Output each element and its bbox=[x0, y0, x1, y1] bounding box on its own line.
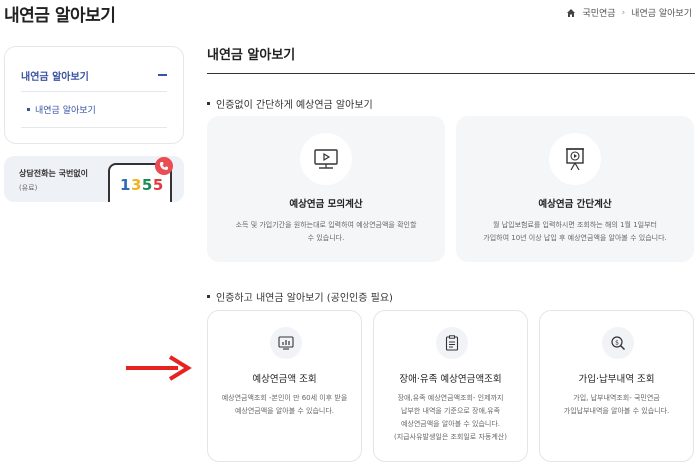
home-icon[interactable] bbox=[566, 8, 576, 18]
digit: 5 bbox=[152, 176, 164, 194]
chart-card-icon bbox=[270, 327, 302, 359]
bullet-icon bbox=[207, 295, 210, 298]
card-disability-survivor-inquiry[interactable]: 장애·유족 예상연금액조회 장애,유족 예상연금액조회- 인제까지 납부한 내역… bbox=[373, 310, 528, 462]
card-description: 장애,유족 예상연금액조회- 인제까지 납부한 내역을 기준으로 장애,유족 예… bbox=[394, 394, 507, 441]
section-heading-with-auth: 인증하고 내연금 알아보기 (공인인증 필요) bbox=[207, 289, 393, 304]
collapse-minus-icon[interactable] bbox=[158, 74, 167, 76]
section-heading-text: 인증하고 내연금 알아보기 (공인인증 필요) bbox=[216, 293, 393, 304]
bullet-icon bbox=[27, 108, 30, 111]
sidebar-item-my-pension[interactable]: 내연금 알아보기 bbox=[21, 59, 167, 92]
card-title: 예상연금액 조회 bbox=[252, 374, 317, 385]
divider bbox=[21, 127, 167, 128]
card-description: 월 납입보험료를 입력하시면 조회하는 해의 1월 1일부터 가입하여 10년 … bbox=[483, 221, 667, 242]
card-description: 소득 및 가입기간을 원하는대로 입력하여 예상연금액을 확인할 수 있습니다. bbox=[235, 221, 417, 242]
screen-play-icon bbox=[549, 133, 601, 185]
section-heading-no-auth: 인증없이 간단하게 예상연금 알아보기 bbox=[207, 96, 373, 111]
sidebar-menu: 내연금 알아보기 내연금 알아보기 bbox=[4, 46, 184, 144]
document-icon bbox=[436, 327, 468, 359]
monitor-play-icon bbox=[300, 133, 352, 185]
red-arrow-icon bbox=[126, 355, 192, 381]
card-expected-pension-inquiry[interactable]: 예상연금액 조회 예상연금액조회 -본인이 만 60세 이후 받을 예상연금액을… bbox=[207, 310, 362, 462]
digit: 3 bbox=[130, 176, 142, 194]
card-title: 장애·유족 예상연금액조회 bbox=[399, 374, 502, 385]
chevron-right-icon: › bbox=[621, 7, 626, 18]
breadcrumb-item-current[interactable]: 내연금 알아보기 bbox=[631, 6, 692, 19]
title-divider bbox=[207, 73, 695, 74]
bullet-icon bbox=[207, 102, 210, 105]
card-title: 가입·납부내역 조회 bbox=[578, 374, 655, 385]
call-center-number: 1355 bbox=[120, 176, 164, 194]
card-title: 예상연금 모의계산 bbox=[289, 199, 363, 210]
call-card-line2: (유료) bbox=[19, 184, 38, 192]
section-heading-text: 인증없이 간단하게 예상연금 알아보기 bbox=[216, 100, 373, 111]
svg-text:$: $ bbox=[615, 339, 619, 346]
digit: 1 bbox=[120, 176, 131, 194]
call-card-line1: 상담전화는 국번없이 bbox=[19, 169, 89, 178]
card-description: 가입, 납부내역조회- 국민연금 가입납부내역을 알아볼 수 있습니다. bbox=[563, 394, 670, 415]
breadcrumb-item-pension[interactable]: 국민연금 bbox=[582, 6, 615, 19]
card-pension-simulation[interactable]: 예상연금 모의계산 소득 및 가입기간을 원하는대로 입력하여 예상연금액을 확… bbox=[207, 116, 445, 262]
sidebar-item-label: 내연금 알아보기 bbox=[21, 71, 89, 83]
card-description: 예상연금액조회 -본인이 만 60세 이후 받을 예상연금액을 알아볼 수 있습… bbox=[221, 394, 348, 415]
sidebar-subitem-my-pension[interactable]: 내연금 알아보기 bbox=[27, 103, 96, 116]
search-coin-icon: $ bbox=[602, 327, 634, 359]
phone-icon bbox=[155, 157, 173, 175]
digit: 5 bbox=[141, 176, 153, 194]
sidebar-subitem-label: 내연금 알아보기 bbox=[35, 106, 96, 116]
breadcrumb: 국민연금 › 내연금 알아보기 bbox=[566, 6, 692, 19]
card-title: 예상연금 간단계산 bbox=[538, 199, 612, 210]
page-title: 내연금 알아보기 bbox=[4, 6, 116, 26]
content-title: 내연금 알아보기 bbox=[207, 48, 296, 63]
card-enrollment-payment-inquiry[interactable]: $ 가입·납부내역 조회 가입, 납부내역조회- 국민연금 가입납부내역을 알아… bbox=[539, 310, 694, 462]
card-pension-quick-calc[interactable]: 예상연금 간단계산 월 납입보험료를 입력하시면 조회하는 해의 1월 1일부터… bbox=[456, 116, 694, 262]
